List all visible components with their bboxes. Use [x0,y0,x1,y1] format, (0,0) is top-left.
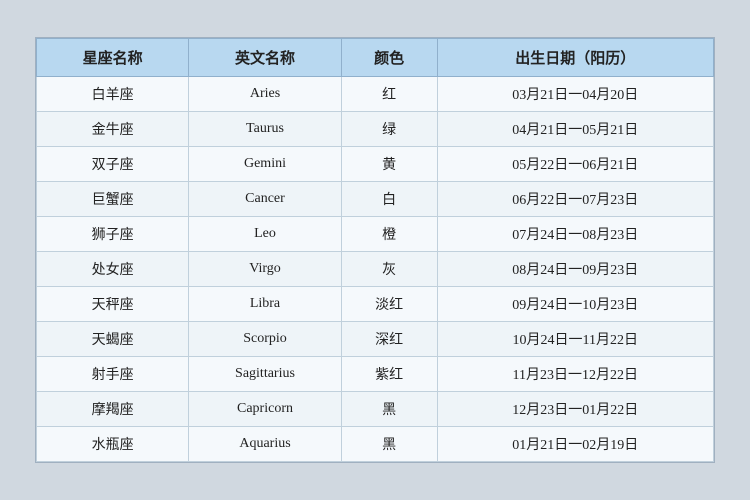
cell-english-name: Aquarius [189,427,341,462]
cell-english-name: Virgo [189,252,341,287]
cell-color: 紫红 [341,357,437,392]
cell-color: 红 [341,77,437,112]
cell-dates: 10月24日一11月22日 [437,322,713,357]
cell-color: 黑 [341,427,437,462]
cell-chinese-name: 水瓶座 [37,427,189,462]
cell-chinese-name: 天秤座 [37,287,189,322]
cell-english-name: Taurus [189,112,341,147]
cell-color: 黑 [341,392,437,427]
cell-chinese-name: 狮子座 [37,217,189,252]
cell-english-name: Capricorn [189,392,341,427]
cell-dates: 01月21日一02月19日 [437,427,713,462]
cell-chinese-name: 处女座 [37,252,189,287]
cell-dates: 12月23日一01月22日 [437,392,713,427]
cell-chinese-name: 天蝎座 [37,322,189,357]
cell-color: 淡红 [341,287,437,322]
table-row: 摩羯座Capricorn黑12月23日一01月22日 [37,392,714,427]
table-row: 射手座Sagittarius紫红11月23日一12月22日 [37,357,714,392]
cell-chinese-name: 金牛座 [37,112,189,147]
cell-chinese-name: 巨蟹座 [37,182,189,217]
header-chinese-name: 星座名称 [37,39,189,77]
cell-color: 黄 [341,147,437,182]
table-row: 天蝎座Scorpio深红10月24日一11月22日 [37,322,714,357]
table-row: 水瓶座Aquarius黑01月21日一02月19日 [37,427,714,462]
cell-dates: 07月24日一08月23日 [437,217,713,252]
table-row: 处女座Virgo灰08月24日一09月23日 [37,252,714,287]
cell-dates: 08月24日一09月23日 [437,252,713,287]
table-body: 白羊座Aries红03月21日一04月20日金牛座Taurus绿04月21日一0… [37,77,714,462]
table-row: 巨蟹座Cancer白06月22日一07月23日 [37,182,714,217]
table-row: 天秤座Libra淡红09月24日一10月23日 [37,287,714,322]
table-row: 双子座Gemini黄05月22日一06月21日 [37,147,714,182]
header-birth-date: 出生日期（阳历） [437,39,713,77]
cell-dates: 09月24日一10月23日 [437,287,713,322]
cell-english-name: Sagittarius [189,357,341,392]
cell-chinese-name: 射手座 [37,357,189,392]
cell-dates: 05月22日一06月21日 [437,147,713,182]
cell-color: 绿 [341,112,437,147]
header-color: 颜色 [341,39,437,77]
cell-chinese-name: 双子座 [37,147,189,182]
zodiac-table: 星座名称 英文名称 颜色 出生日期（阳历） 白羊座Aries红03月21日一04… [36,38,714,462]
cell-dates: 11月23日一12月22日 [437,357,713,392]
cell-dates: 03月21日一04月20日 [437,77,713,112]
cell-chinese-name: 摩羯座 [37,392,189,427]
cell-english-name: Libra [189,287,341,322]
cell-english-name: Aries [189,77,341,112]
table-row: 狮子座Leo橙07月24日一08月23日 [37,217,714,252]
table-header-row: 星座名称 英文名称 颜色 出生日期（阳历） [37,39,714,77]
table-row: 白羊座Aries红03月21日一04月20日 [37,77,714,112]
table-row: 金牛座Taurus绿04月21日一05月21日 [37,112,714,147]
cell-color: 白 [341,182,437,217]
cell-chinese-name: 白羊座 [37,77,189,112]
header-english-name: 英文名称 [189,39,341,77]
cell-english-name: Scorpio [189,322,341,357]
zodiac-table-container: 星座名称 英文名称 颜色 出生日期（阳历） 白羊座Aries红03月21日一04… [35,37,715,463]
cell-english-name: Leo [189,217,341,252]
cell-english-name: Cancer [189,182,341,217]
cell-dates: 04月21日一05月21日 [437,112,713,147]
cell-color: 橙 [341,217,437,252]
cell-color: 深红 [341,322,437,357]
cell-color: 灰 [341,252,437,287]
cell-english-name: Gemini [189,147,341,182]
cell-dates: 06月22日一07月23日 [437,182,713,217]
